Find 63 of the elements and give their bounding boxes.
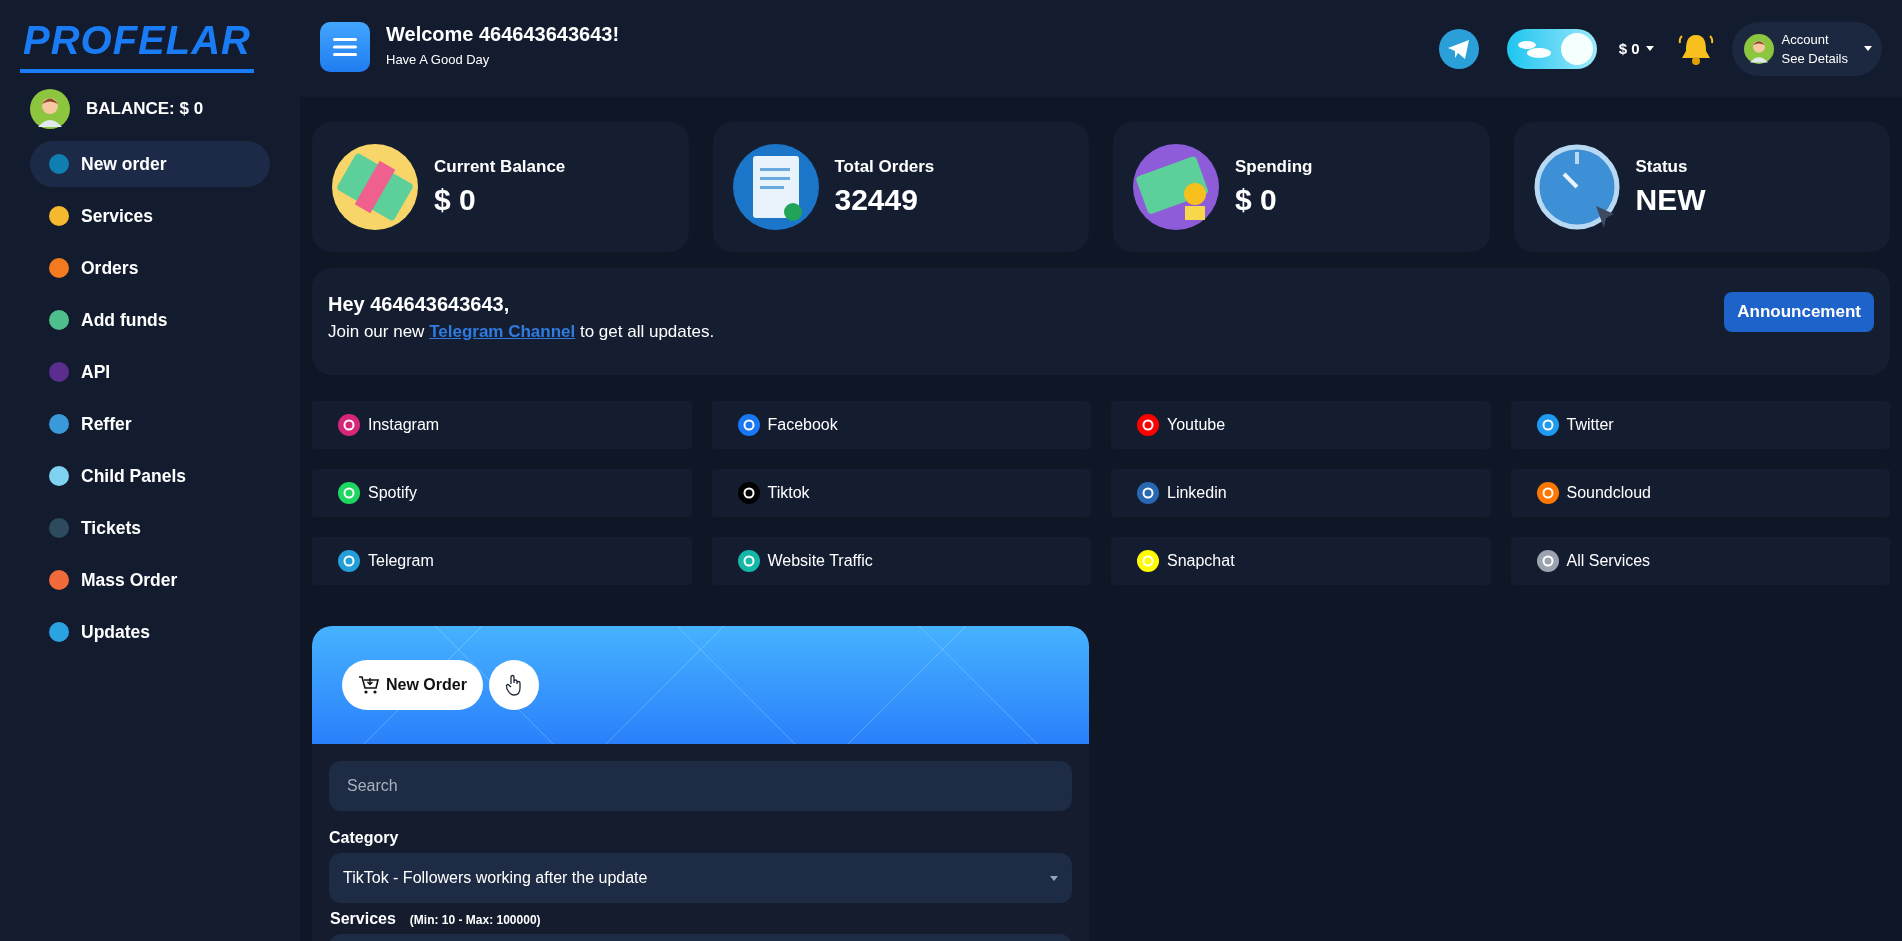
currency-dropdown[interactable]: $ 0 [1612,39,1660,58]
account-subtitle: See Details [1781,50,1848,66]
stat-label: Total Orders [834,157,935,177]
category-label: Category [329,829,400,847]
platform-button[interactable]: Spotify [312,469,692,517]
menu-button[interactable] [320,21,370,72]
sidebar-item[interactable]: Mass Order [30,557,270,603]
platform-button[interactable]: All Services [1510,537,1890,585]
category-select[interactable]: TikTok - Followers working after the update [329,853,1072,903]
stat-label: Spending [1235,157,1313,177]
account-menu[interactable]: Account See Details [1731,21,1882,76]
clock-icon [1533,144,1620,230]
hand-pointer-icon [504,674,523,696]
sidebar-item[interactable]: Child Panels [30,453,270,499]
cloud-icon [1516,38,1553,59]
platform-button[interactable]: Instagram [312,401,692,449]
platform-button[interactable]: Telegram [312,537,692,585]
sidebar-item[interactable]: New order [30,141,270,187]
sidebar-item[interactable]: Add funds [30,297,270,343]
balance-label: BALANCE: $ 0 [86,99,204,119]
stat-value: $ 0 [1235,183,1278,217]
sidebar-item[interactable]: Reffer [30,401,270,447]
sidebar-item[interactable]: Services [30,193,270,239]
platform-button[interactable]: Linkedin [1111,469,1491,517]
theme-toggle[interactable] [1506,28,1597,69]
sidebar-item[interactable]: Orders [30,245,270,291]
platform-button[interactable]: Tiktok [711,469,1091,517]
cart-icon [358,675,380,695]
services-label: Services [330,910,396,928]
stat-value: $ 0 [434,183,477,217]
pointer-button[interactable] [488,660,539,710]
platform-button[interactable]: Website Traffic [711,537,1091,585]
welcome-subtitle: Have A Good Day [386,51,491,67]
money-icon [332,144,418,230]
money-icon [1133,144,1219,230]
avatar-icon [1743,33,1774,64]
caret-icon [1864,46,1872,51]
platform-button[interactable]: Snapchat [1111,537,1491,585]
account-label: Account [1781,31,1829,47]
sidebar-item[interactable]: Updates [30,609,270,655]
telegram-channel-link[interactable]: Telegram Channel [429,322,576,341]
stat-label: Current Balance [434,157,566,177]
stat-value: NEW [1635,183,1706,217]
stat-label: Status [1635,157,1689,177]
document-icon [732,144,819,230]
menu-icon [333,36,357,57]
platform-button[interactable]: Soundcloud [1510,469,1890,517]
new-order-tab[interactable]: New Order [342,660,483,710]
search-field[interactable]: Search [329,761,1072,811]
sidebar-item[interactable]: Tickets [30,505,270,551]
platform-button[interactable]: Youtube [1111,401,1491,449]
services-limits: (Min: 10 - Max: 100000) [409,913,541,927]
greeting-text: Hey 464643643643, [328,293,511,316]
platform-button[interactable]: Facebook [711,401,1091,449]
announcement-button[interactable]: Announcement [1724,292,1874,332]
welcome-title: Welcome 464643643643! [386,22,620,46]
brand-logo[interactable]: PROFELAR [20,18,254,73]
stat-value: 32449 [834,183,919,217]
platform-button[interactable]: Twitter [1510,401,1890,449]
announcement-text: Join our new Telegram Channel to get all updates. [328,322,715,342]
paper-plane-icon[interactable] [1438,28,1479,69]
avatar-icon [30,89,70,129]
sidebar-item[interactable]: API [30,349,270,395]
